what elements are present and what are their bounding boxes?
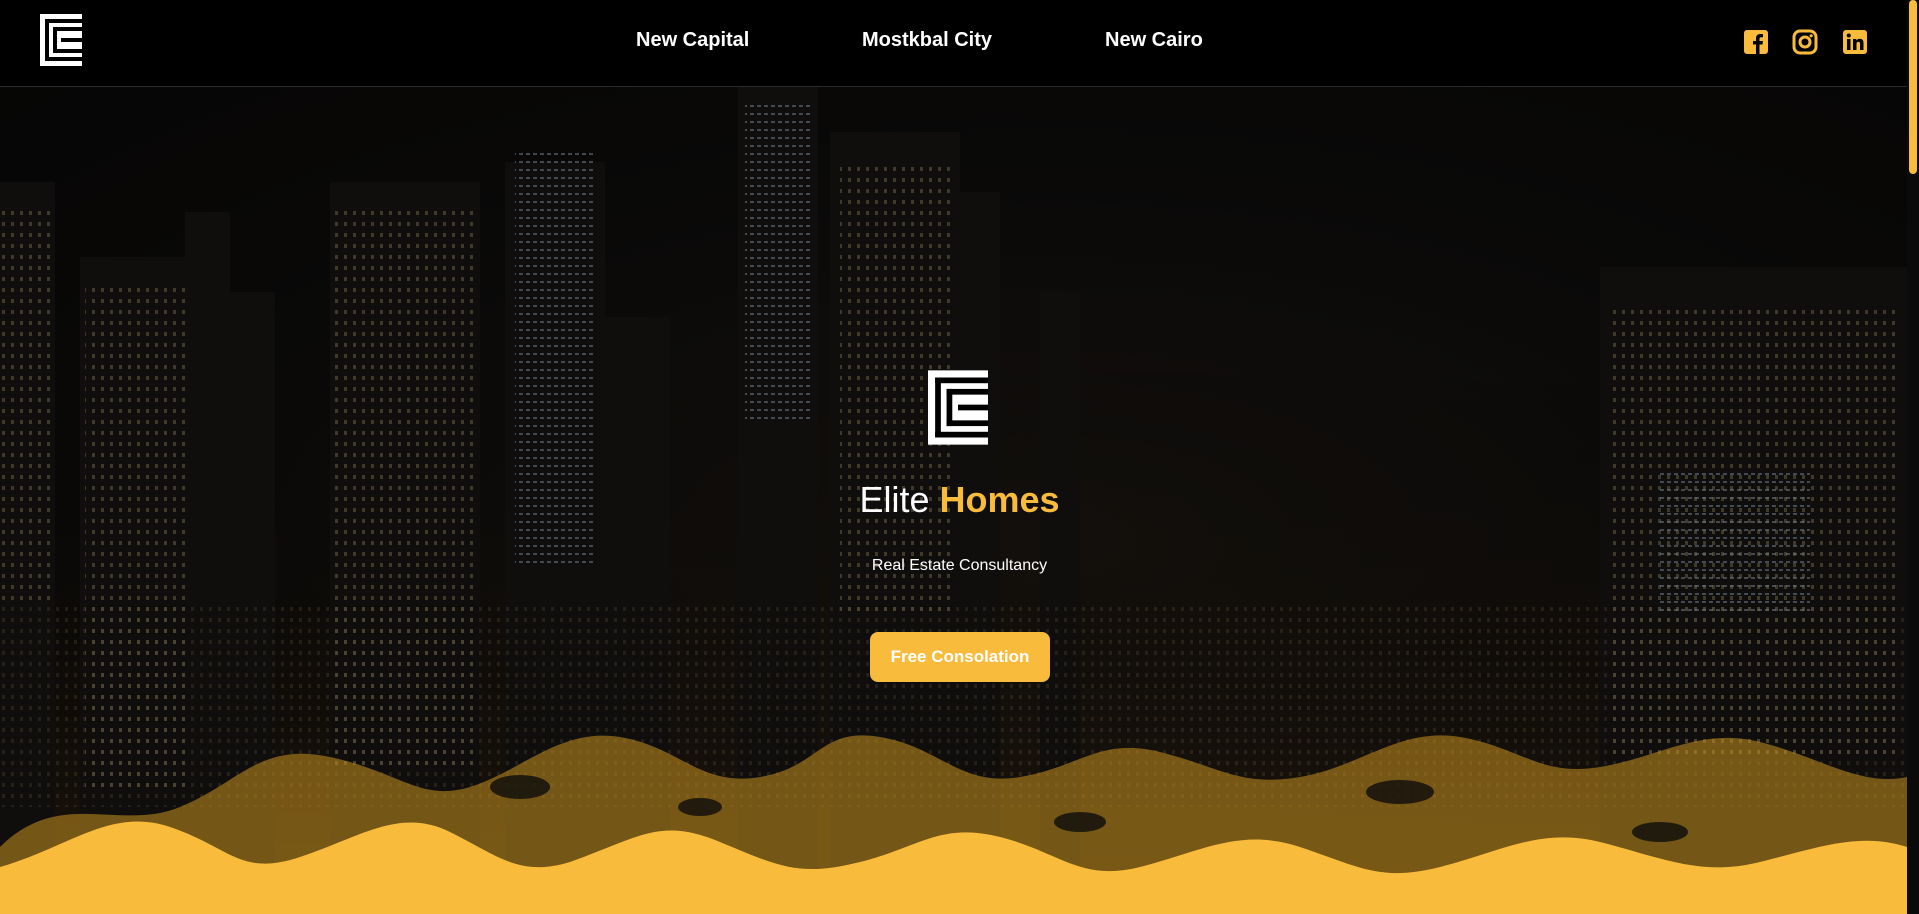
hero-title-homes: Homes	[939, 479, 1060, 520]
elite-homes-logo-icon[interactable]	[40, 14, 82, 66]
hero-title-elite: Elite	[859, 479, 930, 520]
hero-section: Elite Homes Real Estate Consultancy Free…	[0, 87, 1907, 914]
hero-content: Elite Homes Real Estate Consultancy Free…	[0, 87, 1907, 914]
nav-new-capital[interactable]: New Capital	[636, 29, 749, 52]
scrollbar-thumb[interactable]	[1909, 0, 1917, 174]
elite-homes-logo-icon	[928, 370, 988, 445]
instagram-icon[interactable]	[1792, 29, 1818, 55]
linkedin-icon[interactable]	[1842, 29, 1868, 55]
nav-new-cairo[interactable]: New Cairo	[1105, 29, 1203, 52]
facebook-icon[interactable]	[1743, 29, 1769, 55]
hero-subtitle: Real Estate Consultancy	[871, 557, 1048, 574]
hero-title: Elite Homes	[0, 479, 1907, 521]
site-header: New Capital Mostkbal City New Cairo	[0, 0, 1907, 87]
free-consultation-button[interactable]: Free Consolation	[870, 632, 1050, 682]
scrollbar[interactable]	[1907, 0, 1919, 914]
nav-mostkbal-city[interactable]: Mostkbal City	[862, 29, 992, 52]
